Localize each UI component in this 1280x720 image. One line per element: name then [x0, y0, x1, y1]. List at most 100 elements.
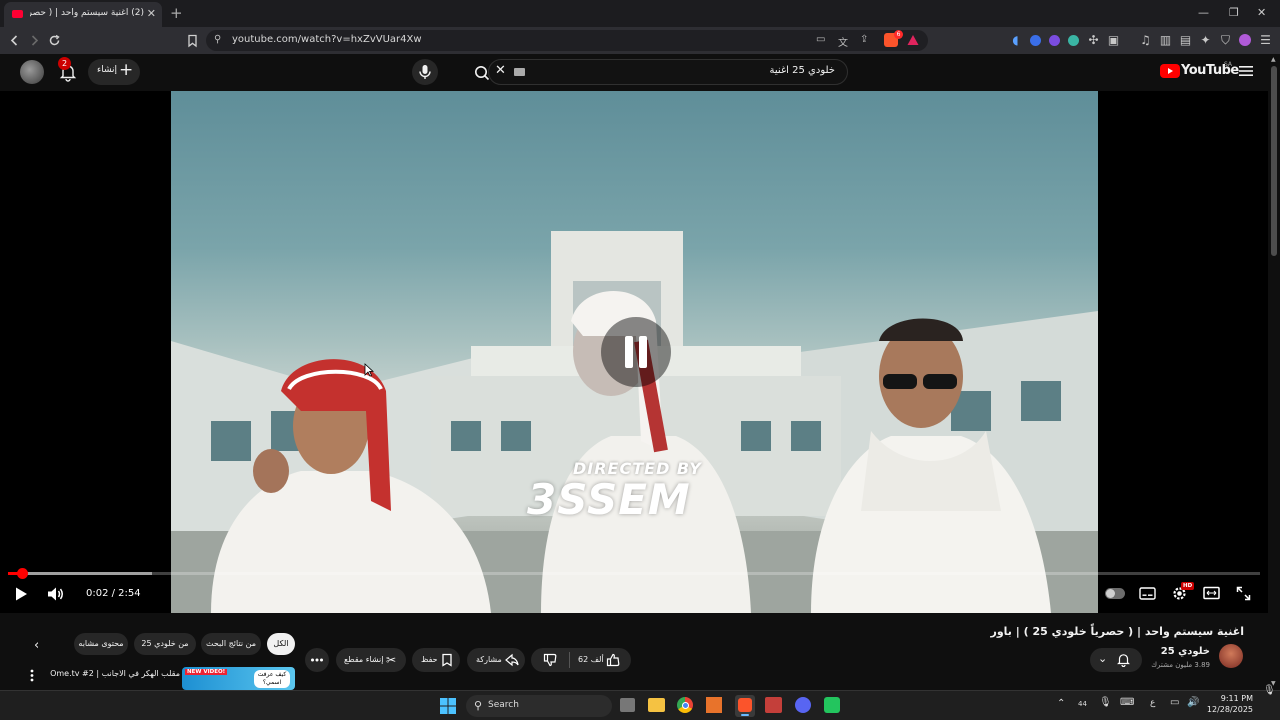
save-button[interactable]: حفظ [412, 648, 460, 672]
video-overlay-director-name: 3SSEM [527, 475, 691, 524]
brave-browser-icon [738, 698, 752, 712]
browser-menu-icon[interactable]: ☰ [1258, 33, 1273, 48]
minimize-icon[interactable]: — [1198, 6, 1209, 19]
extensions-puzzle-icon[interactable]: ✣ [1086, 33, 1101, 48]
browser-tab[interactable]: (2) اغنية سيستم واحد | ( حصرياً خلو ✕ [4, 2, 162, 27]
chrome-icon[interactable] [677, 697, 693, 713]
center-pause-button[interactable] [601, 317, 671, 387]
close-window-icon[interactable]: ✕ [1257, 6, 1266, 19]
leo-ai-icon[interactable]: ✦ [1198, 33, 1213, 48]
clock-date[interactable]: 12/28/2025 [1200, 705, 1253, 714]
extension-box-icon[interactable]: ▣ [1106, 33, 1121, 48]
voice-search-button[interactable] [412, 59, 438, 85]
extension-info-icon[interactable] [1028, 33, 1043, 48]
brave-rewards-icon[interactable] [906, 33, 920, 47]
reload-icon[interactable] [47, 33, 62, 48]
rec-video-thumbnail[interactable]: NEW VIDEO! كيف عرفت اسمي؟ [182, 667, 295, 690]
like-button[interactable]: 62 ألف [570, 648, 631, 672]
tray-overflow-icon[interactable]: ⌃ [1057, 698, 1065, 709]
autoplay-toggle[interactable] [1105, 588, 1125, 599]
dislike-button[interactable] [531, 648, 569, 672]
brave-taskbar-button[interactable] [735, 695, 755, 717]
clock-time[interactable]: 9:11 PM [1205, 694, 1253, 703]
profile-icon[interactable] [1238, 33, 1253, 48]
theater-icon [1203, 586, 1220, 600]
chip-from-search[interactable]: من نتائج البحث [201, 633, 261, 655]
like-dislike-group: 62 ألف [531, 648, 631, 672]
app-media-icon[interactable] [765, 697, 782, 713]
forward-icon[interactable] [27, 33, 42, 48]
below-video-area: ‹ محتوى مشابه من خلودي 25 من نتائج البحث… [0, 613, 1268, 690]
taskbar-search[interactable]: ⚲ Search [466, 695, 612, 717]
address-bar[interactable]: ⚲ youtube.com/watch?v=hxZvVUar4Xw ▭ 文 ⇪ … [206, 30, 928, 51]
sidebar-toggle-icon[interactable]: ▥ [1158, 33, 1173, 48]
translate-icon[interactable]: 文 [838, 34, 848, 49]
site-info-icon[interactable]: ⚲ [214, 34, 221, 45]
page-scrollbar[interactable]: ▲ ▼ [1268, 54, 1280, 690]
buffered-bar [8, 572, 152, 575]
media-controls-icon[interactable]: ♫ [1138, 33, 1153, 48]
share-page-icon[interactable]: ⇪ [860, 34, 868, 45]
mute-button[interactable] [47, 586, 65, 602]
chip-related[interactable]: محتوى مشابه [74, 633, 128, 655]
browser-toolbar: ⚲ youtube.com/watch?v=hxZvVUar4Xw ▭ 文 ⇪ … [0, 27, 1280, 54]
file-explorer-icon[interactable] [648, 698, 665, 712]
fullscreen-icon [1236, 586, 1251, 601]
task-view-icon[interactable] [620, 698, 635, 712]
keyboard-tray-icon[interactable]: ⌨ [1120, 697, 1134, 708]
guide-menu-icon[interactable] [1238, 63, 1254, 79]
more-actions-button[interactable] [305, 648, 329, 672]
restore-icon[interactable]: ❐ [1229, 6, 1239, 19]
fullscreen-button[interactable] [1236, 586, 1251, 601]
extension-audio-icon[interactable]: ◖ [1008, 33, 1023, 48]
back-icon[interactable] [7, 33, 22, 48]
app-orange-icon[interactable] [706, 697, 722, 713]
channel-avatar[interactable] [1219, 644, 1243, 668]
theater-mode-button[interactable] [1203, 586, 1220, 600]
cast-icon[interactable]: ▭ [816, 34, 825, 45]
discord-icon[interactable] [795, 697, 811, 713]
user-avatar[interactable] [20, 60, 44, 84]
scrollbar-thumb[interactable] [1271, 66, 1277, 256]
microphone-icon [419, 65, 431, 79]
rec-thumb-badge: NEW VIDEO! [185, 669, 228, 675]
progress-bar[interactable] [8, 568, 1260, 579]
create-button[interactable]: إنشاء + [88, 59, 140, 85]
input-language[interactable]: ع [1150, 698, 1155, 708]
extension-purple-icon[interactable] [1047, 33, 1062, 48]
clip-button[interactable]: إنشاء مقطع ✂ [336, 648, 406, 672]
keyboard-icon[interactable] [514, 68, 525, 76]
share-button[interactable]: مشاركة [467, 648, 525, 672]
youtube-logo-icon[interactable] [1160, 64, 1180, 78]
network-icon[interactable]: ▭ [1170, 697, 1179, 708]
mic-tray-icon[interactable]: 🎙 [1099, 697, 1112, 708]
channel-name[interactable]: خلودي 25 [1150, 646, 1210, 657]
bookmark-icon[interactable] [185, 33, 200, 48]
time-display: 0:02 / 2:54 [86, 588, 141, 599]
close-tab-icon[interactable]: ✕ [147, 7, 156, 20]
battery-percent: 44 [1078, 700, 1087, 708]
share-icon [505, 653, 519, 667]
wallet-icon[interactable]: ▤ [1178, 33, 1193, 48]
chip-all[interactable]: الكل [267, 633, 295, 655]
subscriber-count: 3.89 مليون مشترك [1151, 661, 1210, 669]
active-app-indicator [741, 714, 749, 716]
chips-scroll-left-icon[interactable]: ‹ [34, 638, 39, 653]
scroll-up-icon[interactable]: ▲ [1271, 56, 1276, 63]
scissors-icon: ✂ [386, 653, 397, 667]
subtitles-button[interactable] [1139, 586, 1156, 601]
new-tab-icon[interactable]: + [170, 4, 183, 22]
browser-tab-strip: (2) اغنية سيستم واحد | ( حصرياً خلو ✕ + … [0, 0, 1280, 27]
vpn-shield-icon[interactable]: ⛉ [1218, 33, 1233, 48]
app-green-icon[interactable] [824, 697, 840, 713]
scrubber-handle[interactable] [17, 568, 29, 579]
speaker-icon[interactable]: 🔊 [1187, 697, 1199, 708]
start-button[interactable] [440, 698, 456, 714]
search-input[interactable]: خلودي 25 اغنية [770, 65, 835, 76]
extension-vpn-icon[interactable] [1066, 33, 1081, 48]
clear-search-icon[interactable]: ✕ [495, 63, 506, 78]
chip-from-channel[interactable]: من خلودي 25 [134, 633, 196, 655]
rec-video-title[interactable]: مقلب الهكر في الاجانب | Ome.tv #2 [44, 668, 180, 680]
play-button[interactable] [13, 586, 29, 602]
video-player[interactable]: DIRECTED BY 3SSEM 0:02 / 2:54 HD [0, 91, 1268, 613]
